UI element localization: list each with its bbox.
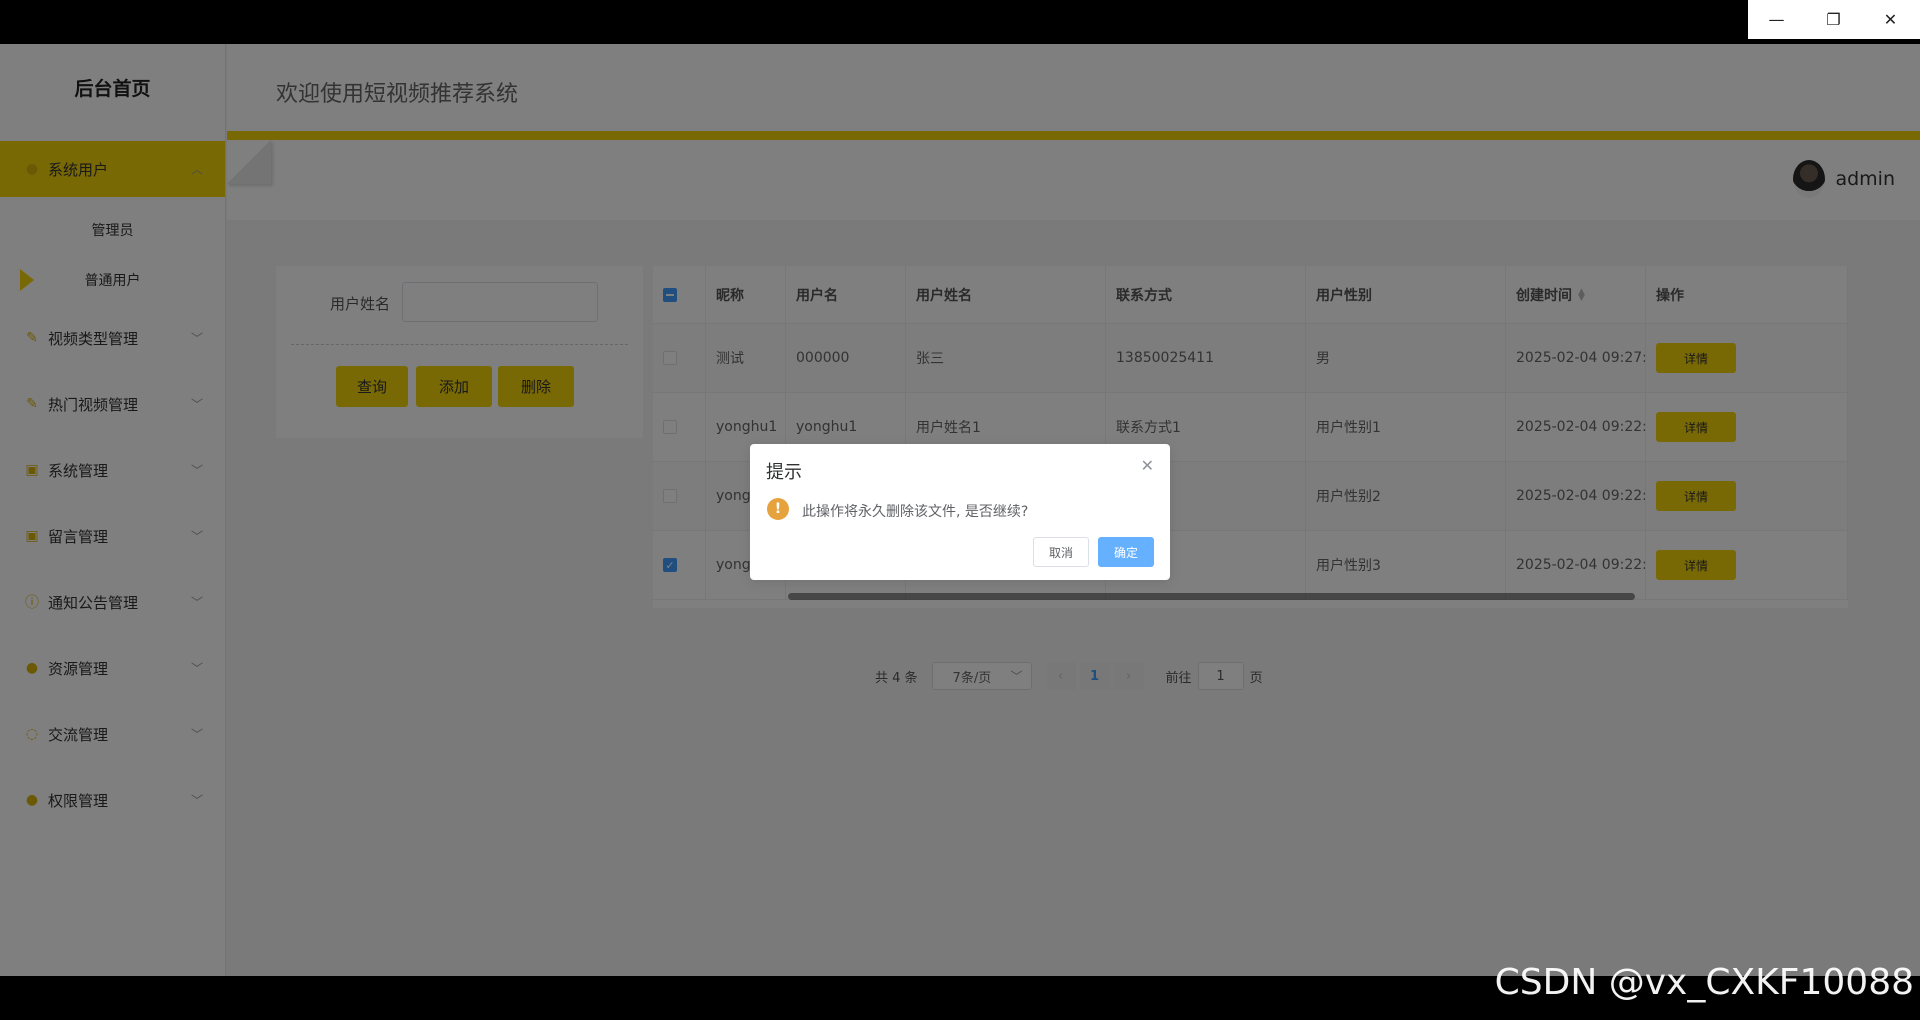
cancel-button[interactable]: 取消 — [1033, 537, 1089, 567]
minimize-icon[interactable]: — — [1748, 0, 1805, 39]
window-controls: — ❐ ✕ — [1748, 0, 1920, 39]
app-window: 后台首页 ● 系统用户 ︿ 管理员 普通用户 ✎ 视频类型管理 ﹀ ✎ 热门视频… — [0, 44, 1920, 976]
warning-icon: ! — [767, 498, 789, 520]
top-bar — [0, 0, 1920, 44]
close-icon[interactable]: ✕ — [1141, 456, 1154, 475]
dialog-title: 提示 — [766, 462, 802, 483]
confirm-dialog: 提示 ✕ ! 此操作将永久删除该文件, 是否继续? 取消 确定 — [750, 444, 1170, 580]
restore-icon[interactable]: ❐ — [1805, 0, 1862, 39]
watermark: CSDN @vx_CXKF10088 — [1494, 962, 1914, 1003]
confirm-button[interactable]: 确定 — [1098, 537, 1154, 567]
modal-overlay[interactable]: 提示 ✕ ! 此操作将永久删除该文件, 是否继续? 取消 确定 — [0, 44, 1920, 976]
dialog-message: 此操作将永久删除该文件, 是否继续? — [802, 504, 1029, 520]
close-icon[interactable]: ✕ — [1862, 0, 1919, 39]
